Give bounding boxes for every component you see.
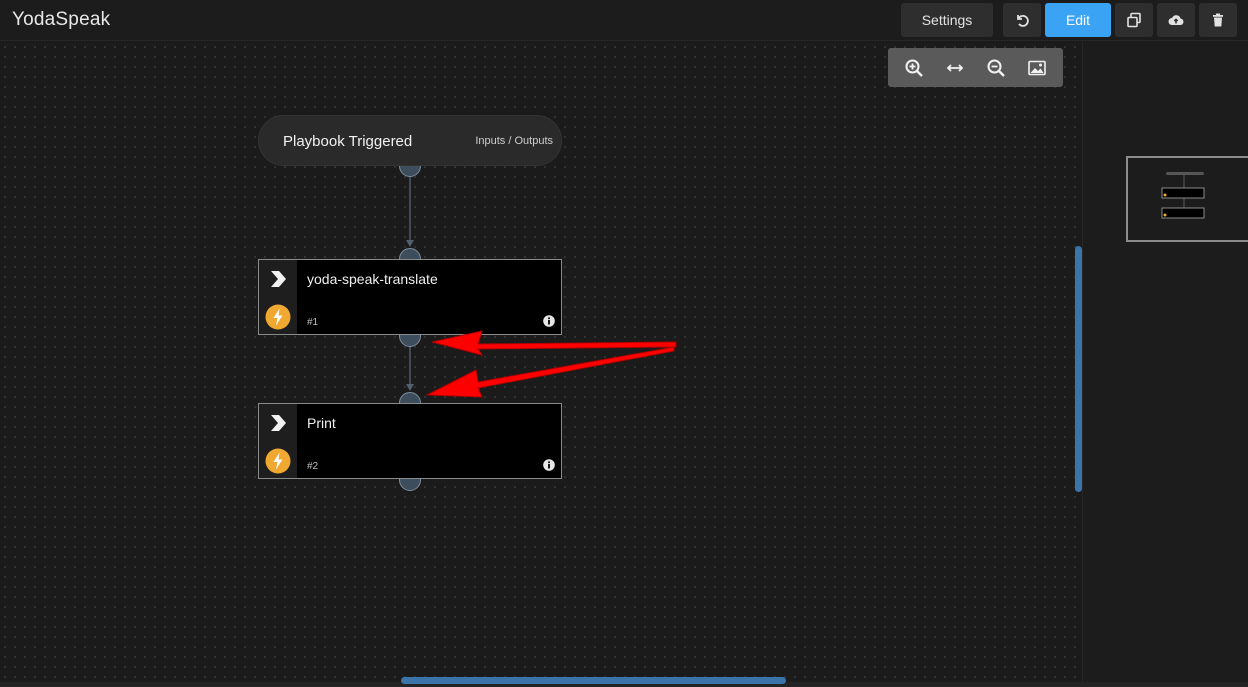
minimap-preview [1161, 172, 1205, 219]
zoom-in-button[interactable] [900, 54, 928, 82]
bolt-icon [265, 304, 291, 330]
playbook-title: YodaSpeak [12, 9, 111, 30]
chevron-right-icon [271, 271, 286, 287]
edit-button[interactable]: Edit [1045, 3, 1111, 37]
duplicate-button[interactable] [1115, 3, 1153, 37]
trash-icon [1213, 13, 1223, 27]
bolt-icon [265, 448, 291, 474]
image-export-icon [1027, 60, 1046, 75]
task-name: yoda-speak-translate [307, 271, 438, 287]
inputs-outputs-link[interactable]: Inputs / Outputs [475, 135, 553, 147]
zoom-toolbar [888, 48, 1063, 87]
export-image-button[interactable] [1023, 54, 1051, 82]
zoom-out-icon [987, 59, 1005, 77]
zoom-out-button[interactable] [982, 54, 1010, 82]
delete-button[interactable] [1199, 3, 1237, 37]
horizontal-scrollbar[interactable] [401, 677, 786, 684]
task-number: #2 [307, 461, 319, 472]
zoom-in-icon [905, 59, 924, 77]
vertical-scrollbar[interactable] [1075, 246, 1082, 492]
cloud-upload-icon [1168, 15, 1184, 26]
task-number: #1 [307, 317, 319, 328]
trigger-label: Playbook Triggered [283, 133, 413, 150]
undo-button[interactable] [1003, 3, 1041, 37]
task-name: Print [307, 415, 336, 431]
minimap[interactable] [1126, 156, 1248, 242]
task-node[interactable]: yoda-speak-translate #1 [258, 259, 562, 335]
info-icon[interactable] [543, 315, 555, 327]
undo-icon [1017, 14, 1029, 27]
copy-icon [1127, 12, 1141, 28]
chevron-right-icon [271, 415, 286, 431]
info-icon[interactable] [543, 459, 555, 471]
settings-button[interactable]: Settings [901, 3, 993, 37]
task-node[interactable]: Print #2 [258, 403, 562, 479]
fit-width-icon [946, 63, 964, 72]
playbook-triggered-node[interactable]: Playbook Triggered Inputs / Outputs [258, 115, 562, 166]
save-cloud-button[interactable] [1157, 3, 1195, 37]
minimap-panel [1082, 42, 1248, 682]
fit-width-button[interactable] [941, 54, 969, 82]
top-bar: YodaSpeak Settings Edit [0, 0, 1248, 41]
